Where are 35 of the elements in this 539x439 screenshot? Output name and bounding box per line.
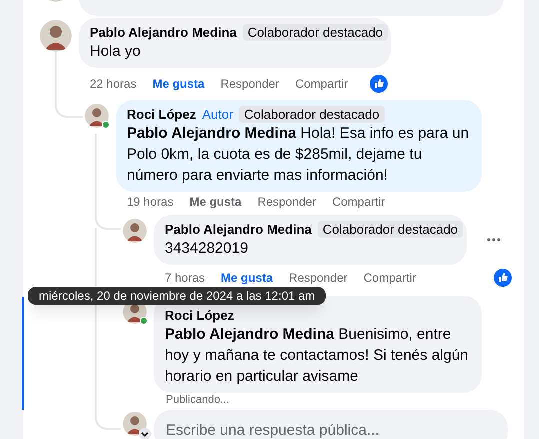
chevron-down-icon[interactable] bbox=[139, 428, 151, 439]
share-link[interactable]: Compartir bbox=[295, 77, 348, 91]
date-tooltip: miércoles, 20 de noviembre de 2024 a las 12:01 am bbox=[28, 287, 326, 305]
avatar[interactable] bbox=[85, 104, 109, 128]
like-reaction-icon[interactable] bbox=[494, 269, 512, 287]
reply-input-field[interactable]: Escribe una respuesta pública... bbox=[154, 410, 508, 439]
comment-text: Pablo Alejandro Medina Buenisimo, entre hoy y mañana te contactamos! Si tenés algún horario en particular avisame bbox=[165, 325, 470, 387]
avatar[interactable] bbox=[40, 20, 72, 52]
reply-link[interactable]: Responder bbox=[220, 77, 280, 91]
like-link[interactable]: Me gusta bbox=[152, 77, 205, 91]
author-name[interactable]: Roci López bbox=[165, 307, 234, 324]
like-link[interactable]: Me gusta bbox=[190, 195, 242, 209]
avatar[interactable] bbox=[123, 412, 147, 436]
author-name[interactable]: Pablo Alejandro Medina bbox=[165, 221, 312, 238]
share-link[interactable]: Compartir bbox=[332, 195, 386, 209]
reply-link[interactable]: Responder bbox=[289, 271, 348, 285]
comment-text: Hola yo bbox=[90, 42, 142, 62]
contributor-badge: Colaborador destacado bbox=[242, 24, 388, 41]
comment-text: Pablo Alejandro Medina Hola! Esa info es para un Polo 0km, la cuota es de $285mil, dejame tu número para enviarte mas información! bbox=[127, 124, 470, 186]
comment-time[interactable]: 7 horas bbox=[165, 271, 206, 285]
share-link[interactable]: Compartir bbox=[364, 271, 416, 285]
like-link[interactable]: Me gusta bbox=[221, 271, 274, 285]
comment-time[interactable]: 19 horas bbox=[127, 195, 174, 209]
author-label: Autor bbox=[202, 106, 234, 123]
author-name[interactable]: Pablo Alejandro Medina bbox=[90, 24, 237, 41]
comment-time[interactable]: 22 horas bbox=[90, 77, 137, 91]
contributor-badge: Colaborador destacado bbox=[318, 221, 464, 238]
avatar[interactable] bbox=[123, 219, 147, 243]
author-name[interactable]: Roci López bbox=[127, 106, 196, 123]
more-options-icon[interactable] bbox=[487, 238, 501, 242]
reply-link[interactable]: Responder bbox=[258, 195, 316, 209]
posting-status: Publicando... bbox=[166, 394, 230, 407]
comment-text: 3434282019 bbox=[165, 239, 250, 259]
contributor-badge: Colaborador destacado bbox=[239, 106, 385, 123]
like-reaction-icon[interactable] bbox=[370, 75, 388, 93]
